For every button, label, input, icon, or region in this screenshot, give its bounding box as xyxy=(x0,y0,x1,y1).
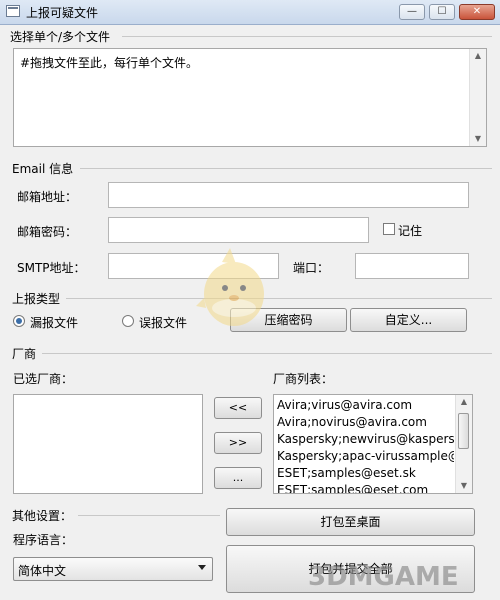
radio-missed-report[interactable] xyxy=(13,315,25,327)
remember-checkbox[interactable] xyxy=(383,223,395,235)
email-password-label: 邮箱密码： xyxy=(17,225,78,239)
file-drop-area[interactable]: #拖拽文件至此，每行单个文件。 ▲ ▼ xyxy=(13,48,487,147)
pack-to-desktop-button[interactable]: 打包至桌面 xyxy=(226,508,475,536)
email-address-input[interactable] xyxy=(108,182,469,208)
vendor-list-label: 厂商列表： xyxy=(273,372,334,386)
radio-false-positive[interactable] xyxy=(122,315,134,327)
divider xyxy=(80,168,492,169)
language-select[interactable]: 简体中文 xyxy=(13,557,213,581)
vendor-list-item[interactable]: ESET;samples@eset.com xyxy=(274,482,454,493)
add-vendor-button[interactable]: << xyxy=(214,397,262,419)
chevron-down-icon xyxy=(198,565,206,570)
email-address-label: 邮箱地址： xyxy=(17,190,78,204)
remove-vendor-button[interactable]: >> xyxy=(214,432,262,454)
vendor-list-item[interactable]: Kaspersky;newvirus@kaspersky.com xyxy=(274,431,454,448)
maximize-icon[interactable]: ☐ xyxy=(429,4,455,20)
file-drop-scrollbar[interactable]: ▲ ▼ xyxy=(469,49,486,146)
mascot-watermark xyxy=(196,248,264,326)
vendor-list-item[interactable]: ESET;samples@eset.sk xyxy=(274,465,454,482)
other-settings-label: 其他设置： xyxy=(12,509,73,523)
port-input[interactable] xyxy=(355,253,469,279)
vendor-list-item[interactable]: Avira;virus@avira.com xyxy=(274,397,454,414)
email-password-input[interactable] xyxy=(108,217,369,243)
more-button[interactable]: ... xyxy=(214,467,262,489)
divider xyxy=(66,298,492,299)
scroll-up-icon[interactable]: ▲ xyxy=(470,49,486,63)
selected-vendors-label: 已选厂商： xyxy=(13,372,74,386)
selected-vendors-list[interactable] xyxy=(13,394,203,494)
title-bar: 上报可疑文件 — ☐ ✕ xyxy=(0,0,500,25)
port-label: 端口： xyxy=(293,261,330,275)
divider xyxy=(42,353,492,354)
divider xyxy=(78,515,220,516)
radio-missed-report-label: 漏报文件 xyxy=(30,316,79,330)
vendor-list-item[interactable]: Kaspersky;apac-virussample@kaspersky.com xyxy=(274,448,454,465)
close-icon[interactable]: ✕ xyxy=(459,4,495,20)
window-title: 上报可疑文件 xyxy=(26,6,99,20)
radio-false-positive-label: 误报文件 xyxy=(139,316,188,330)
language-label: 程序语言： xyxy=(13,533,74,547)
smtp-address-label: SMTP地址： xyxy=(17,261,86,275)
scroll-thumb[interactable] xyxy=(458,413,469,449)
window-app-icon xyxy=(6,5,20,17)
vendor-list-scrollbar[interactable]: ▲ ▼ xyxy=(455,395,472,493)
email-section-label: Email 信息 xyxy=(12,162,74,176)
custom-button[interactable]: 自定义... xyxy=(350,308,467,332)
remember-label: 记住 xyxy=(398,224,423,238)
vendor-list-item[interactable]: Avira;novirus@avira.com xyxy=(274,414,454,431)
file-drop-placeholder: #拖拽文件至此，每行单个文件。 xyxy=(20,56,199,70)
scroll-down-icon[interactable]: ▼ xyxy=(456,479,472,493)
watermark-text: 3DMGAME xyxy=(308,562,459,592)
minimize-icon[interactable]: — xyxy=(399,4,425,20)
report-type-label: 上报类型 xyxy=(12,292,61,306)
vendor-list[interactable]: Avira;virus@avira.com Avira;novirus@avir… xyxy=(273,394,473,494)
vendor-section-label: 厂商 xyxy=(12,347,37,361)
scroll-down-icon[interactable]: ▼ xyxy=(470,132,486,146)
divider xyxy=(122,36,492,37)
file-section-label: 选择单个/多个文件 xyxy=(10,30,111,44)
scroll-up-icon[interactable]: ▲ xyxy=(456,395,472,409)
language-select-value: 简体中文 xyxy=(18,564,67,578)
